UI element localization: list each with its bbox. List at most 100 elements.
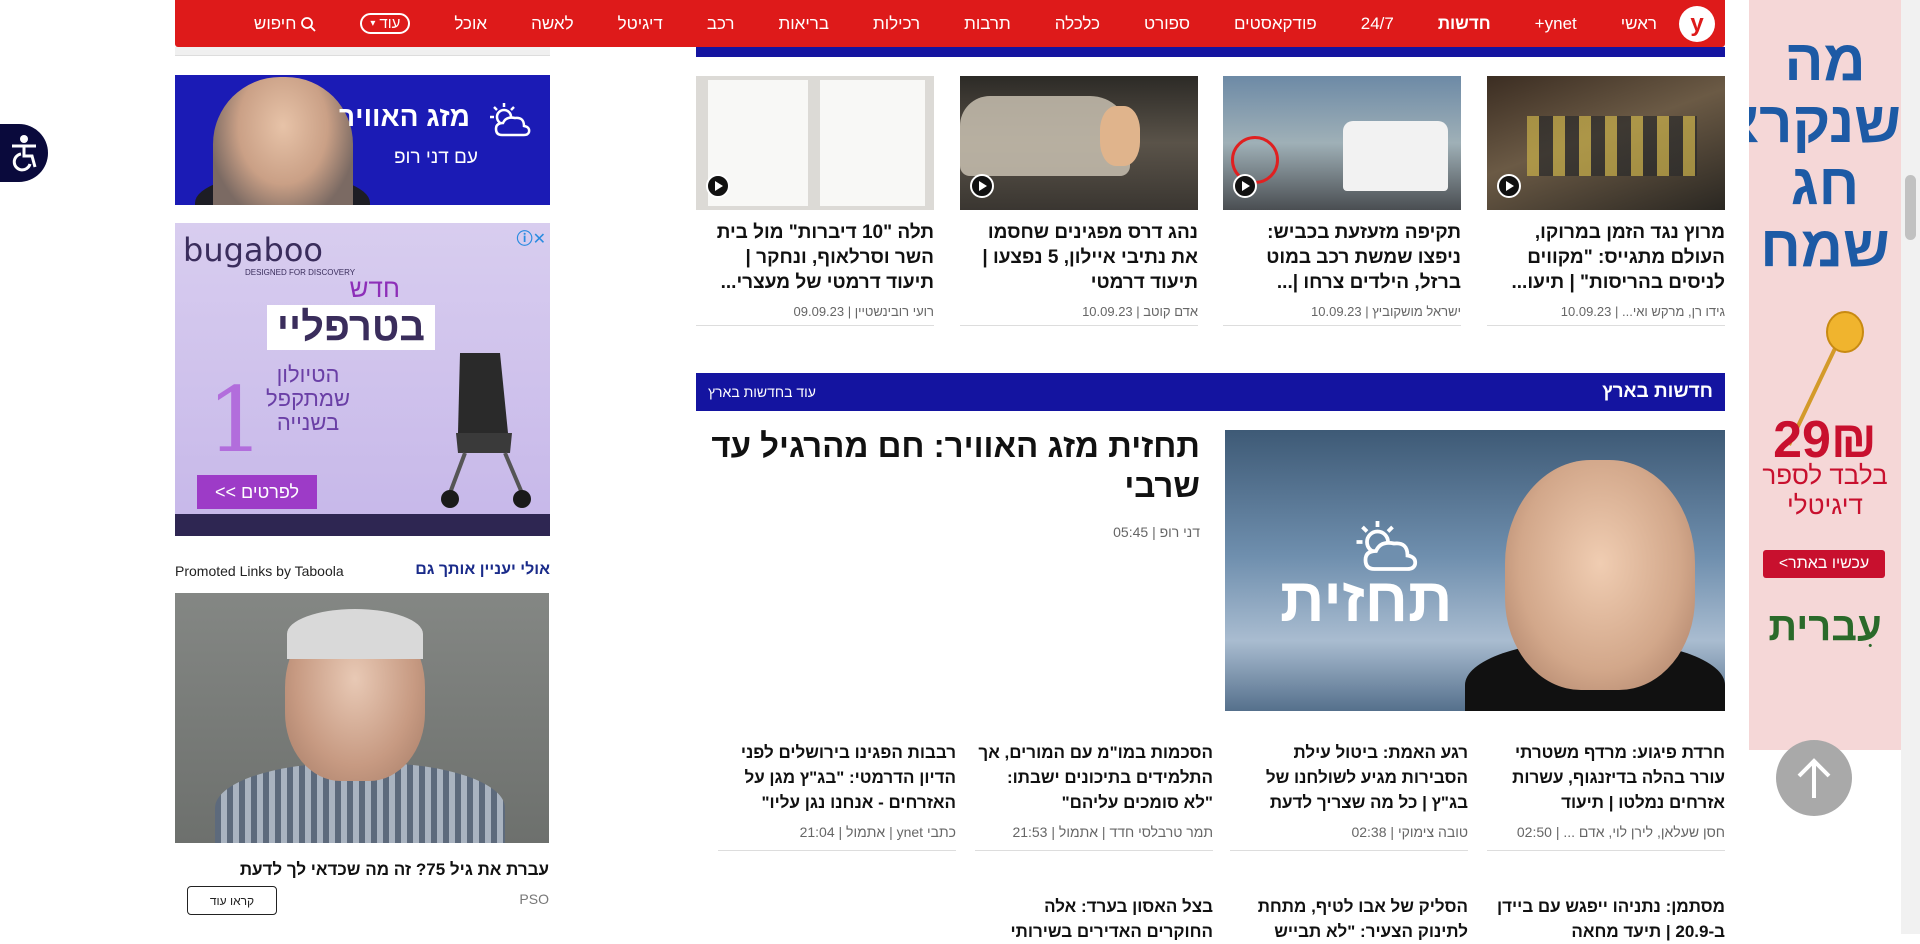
nav-item-247[interactable]: 24/7 xyxy=(1361,14,1394,34)
nav-item-news[interactable]: חדשות xyxy=(1438,14,1491,34)
top-navigation: y ראשי ynet+ חדשות 24/7 פודקאסטים ספורט … xyxy=(175,0,1725,47)
video-title[interactable]: תלה "10 דיברות" מול בית השר וסרלאוף, ונח… xyxy=(696,220,934,296)
ad-bugaboo[interactable]: bugaboo DESIGNED FOR DISCOVERY ⓘ✕ חדש בט… xyxy=(175,223,550,536)
section-title[interactable]: חדשות בארץ xyxy=(1602,381,1713,403)
ad-new-label: חדש xyxy=(349,273,400,303)
ad-choices-icon[interactable]: ⓘ✕ xyxy=(517,225,546,249)
weather-banner[interactable]: מזג האוויר עם דני רופ xyxy=(175,75,550,205)
side-ad-only: בלבד לספר דיגיטלי xyxy=(1749,460,1901,520)
ad-bottom-bar xyxy=(175,514,550,536)
man-hair xyxy=(287,609,423,659)
nav-item-health[interactable]: בריאות xyxy=(778,14,829,34)
article-card[interactable]: הסליק של אבו לטיף, מתחת לתינוק הצעיר: "ל… xyxy=(1230,894,1468,944)
ad-product-name: בטרפליי xyxy=(266,305,435,350)
video-card[interactable]: תלה "10 דיברות" מול בית השר וסרלאוף, ונח… xyxy=(696,76,934,326)
video-date: 10.09.23 xyxy=(1082,304,1133,319)
nav-item-gossip[interactable]: רכילות xyxy=(873,14,920,34)
video-title[interactable]: נהג דרס מפגינים שחסמו את נתיבי איילון, 5… xyxy=(960,220,1198,296)
article-card[interactable]: מסתמן: נתניהו ייפגש עם ביידן ב-20.9 | תי… xyxy=(1487,894,1725,944)
article-time: 21:04 xyxy=(799,824,835,840)
video-card[interactable]: מרוץ נגד הזמן במרוקו, העולם מתגייס: "מקו… xyxy=(1487,76,1725,326)
article-author: כתבי ynet xyxy=(896,824,956,840)
scroll-to-top-button[interactable] xyxy=(1776,740,1852,816)
main-story-image[interactable]: תחזית xyxy=(1225,430,1725,711)
ynet-logo[interactable]: y xyxy=(1679,5,1715,42)
article-author: טובה צימוקי xyxy=(1397,824,1468,840)
nav-item-food[interactable]: אוכל xyxy=(454,14,487,34)
video-card[interactable]: תקיפה מזעזעת בכביש: ניפצו שמשת רכב במוט … xyxy=(1223,76,1461,326)
play-icon xyxy=(970,174,994,198)
video-meta: רועי רובינשטיין | 09.09.23 xyxy=(696,304,934,326)
sun-cloud-icon xyxy=(490,103,531,137)
article-card[interactable]: רגע האמת: ביטול עילת הסבירות מגיע לשולחנ… xyxy=(1230,740,1468,851)
nav-item-car[interactable]: רכב xyxy=(707,14,735,34)
side-ad-cta[interactable]: עכשיו באתר> xyxy=(1763,550,1885,578)
accessibility-button[interactable] xyxy=(0,124,48,182)
taboola-promoted-label[interactable]: Promoted Links by Taboola xyxy=(175,563,344,579)
main-story-time: 05:45 xyxy=(1113,524,1149,540)
article-meta: חסן שעלאן, לירן לוי, אדם ... | 02:50 xyxy=(1487,824,1725,851)
nav-search-button[interactable]: חיפוש xyxy=(253,13,317,34)
video-title[interactable]: תקיפה מזעזעת בכביש: ניפצו שמשת רכב במוט … xyxy=(1223,220,1461,296)
article-author: תמר טרבלסי חדד xyxy=(1109,824,1213,840)
section-more-link[interactable]: עוד בחדשות בארץ xyxy=(708,384,816,400)
main-story-meta: דני רופ | 05:45 xyxy=(1113,524,1200,540)
taboola-image[interactable] xyxy=(175,593,549,843)
play-icon xyxy=(1233,174,1257,198)
main-story-author: דני רופ xyxy=(1159,524,1200,540)
article-title[interactable]: בצל האסון בערד: אלה החוקרים האדירים בשיר… xyxy=(975,894,1213,944)
play-icon xyxy=(706,174,730,198)
video-thumbnail[interactable] xyxy=(960,76,1198,210)
article-title[interactable]: חרדת פיגוע: מרדף משטרתי עורר בהלה בדיזנג… xyxy=(1487,740,1725,818)
article-time: 02:38 xyxy=(1351,824,1387,840)
white-car xyxy=(1343,121,1448,191)
article-title[interactable]: רגע האמת: ביטול עילת הסבירות מגיע לשולחנ… xyxy=(1230,740,1468,818)
accessibility-icon xyxy=(12,135,37,172)
video-author: גידו רן, מרקש ואי... xyxy=(1621,304,1725,319)
side-ad-headline-line: חג xyxy=(1790,152,1860,217)
article-card[interactable]: חרדת פיגוע: מרדף משטרתי עורר בהלה בדיזנג… xyxy=(1487,740,1725,851)
ad-copy-line: הטיולון xyxy=(276,362,340,387)
article-card[interactable]: רבבות הפגינו בירושלים לפני הדיון הדרמטי:… xyxy=(718,740,956,851)
nav-item-digital[interactable]: דיגיטל xyxy=(618,14,663,34)
video-author: רועי רובינשטיין xyxy=(854,304,934,319)
nav-item-culture[interactable]: תרבות xyxy=(964,14,1011,34)
weather-banner-subtitle: עם דני רופ xyxy=(393,147,478,168)
previous-item-edge xyxy=(175,47,550,56)
taboola-title[interactable]: עברת את גיל 75? זה מה שכדאי לך לדעת xyxy=(175,860,549,880)
nav-item-women[interactable]: לאשה xyxy=(531,14,574,34)
nav-more-button[interactable]: עוד ▾ xyxy=(360,13,411,34)
video-title[interactable]: מרוץ נגד הזמן במרוקו, העולם מתגייס: "מקו… xyxy=(1487,220,1726,296)
article-title[interactable]: מסתמן: נתניהו ייפגש עם ביידן ב-20.9 | תי… xyxy=(1487,894,1725,944)
read-more-button[interactable]: קראו עוד xyxy=(187,886,277,915)
article-card[interactable]: הסכמות במו"מ עם המורים, אך התלמידים בתיכ… xyxy=(975,740,1213,851)
article-title[interactable]: רבבות הפגינו בירושלים לפני הדיון הדרמטי:… xyxy=(718,740,956,818)
side-ad-only-line: בלבד לספר xyxy=(1762,460,1888,490)
side-ad-brand: עִברית xyxy=(1768,605,1882,649)
video-author: ישראל מושקוביץ xyxy=(1372,304,1461,319)
nav-item-podcasts[interactable]: פודקאסטים xyxy=(1234,14,1317,34)
nav-item-ynetplus[interactable]: ynet+ xyxy=(1535,14,1577,34)
nav-search-label: חיפוש xyxy=(253,13,297,33)
scrollbar-thumb[interactable] xyxy=(1905,175,1916,240)
presenter-photo xyxy=(213,77,353,205)
nav-more-label: עוד xyxy=(379,15,401,32)
article-card[interactable]: בצל האסון בערד: אלה החוקרים האדירים בשיר… xyxy=(975,894,1213,944)
page-scrollbar[interactable] xyxy=(1901,0,1920,934)
video-card[interactable]: נהג דרס מפגינים שחסמו את נתיבי איילון, 5… xyxy=(960,76,1198,326)
video-thumbnail[interactable] xyxy=(696,76,934,210)
nav-item-economy[interactable]: כלכלה xyxy=(1055,14,1100,34)
video-thumbnail[interactable] xyxy=(1487,76,1725,210)
side-ad-ivrit[interactable]: מה שנקרא חג שמח 29₪ בלבד לספר דיגיטלי עכ… xyxy=(1749,0,1901,750)
main-story-title[interactable]: תחזית מזג האוויר: חם מהרגיל עד שרבי xyxy=(700,426,1200,506)
article-title[interactable]: הסליק של אבו לטיף, מתחת לתינוק הצעיר: "ל… xyxy=(1230,894,1468,944)
ad-copy-line: שמתקפל xyxy=(266,386,350,411)
video-meta: ישראל מושקוביץ | 10.09.23 xyxy=(1223,304,1461,326)
presenter-face xyxy=(1505,460,1695,690)
nav-item-home[interactable]: ראשי xyxy=(1621,14,1657,34)
ad-cta-button[interactable]: לפרטים >> xyxy=(197,475,317,509)
video-thumbnail[interactable] xyxy=(1223,76,1461,210)
article-meta: טובה צימוקי | 02:38 xyxy=(1230,824,1468,851)
article-title[interactable]: הסכמות במו"מ עם המורים, אך התלמידים בתיכ… xyxy=(975,740,1213,818)
nav-item-sport[interactable]: ספורט xyxy=(1144,14,1190,34)
